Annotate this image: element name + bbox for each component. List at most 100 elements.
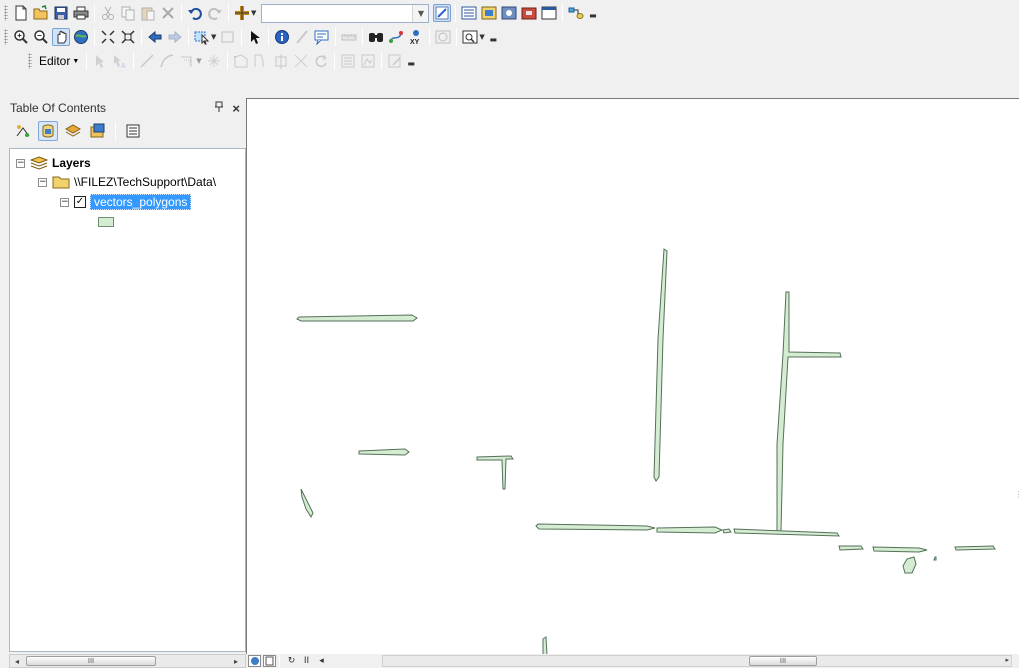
toc-horizontal-scrollbar[interactable]: ◂ III ▸ xyxy=(9,654,246,668)
trace-icon[interactable] xyxy=(178,52,196,70)
rotate-tool-icon[interactable] xyxy=(312,52,330,70)
search-window-icon[interactable] xyxy=(500,4,518,22)
data-view-icon[interactable] xyxy=(248,655,261,667)
tree-label-layer[interactable]: vectors_polygons xyxy=(90,194,192,210)
collapse-icon[interactable]: − xyxy=(38,177,47,187)
hyperlink-icon[interactable] xyxy=(293,28,311,46)
layer-symbol-swatch[interactable] xyxy=(98,217,114,227)
tree-row-layer[interactable]: − ✓ vectors_polygons xyxy=(60,193,192,211)
identify-icon[interactable] xyxy=(273,28,291,46)
zoom-out-icon[interactable] xyxy=(32,28,50,46)
go-to-xy-icon[interactable]: XY xyxy=(407,28,425,46)
back-icon[interactable] xyxy=(146,28,164,46)
layout-view-icon[interactable] xyxy=(263,655,276,667)
tree-row-symbol[interactable] xyxy=(98,213,114,231)
map-horizontal-scrollbar[interactable]: III ▸ xyxy=(382,655,1012,667)
toolbar-separator xyxy=(279,655,280,667)
reshape-feature-icon[interactable] xyxy=(252,52,270,70)
construction-dropdown-arrow[interactable]: ▼ xyxy=(196,57,201,65)
model-builder-icon[interactable] xyxy=(567,4,585,22)
scroll-right-icon[interactable]: ▸ xyxy=(229,655,243,667)
attributes-icon[interactable] xyxy=(339,52,357,70)
pan-icon[interactable] xyxy=(52,28,70,46)
select-elements-icon[interactable] xyxy=(246,28,264,46)
catalog-icon[interactable] xyxy=(480,4,498,22)
point-icon[interactable] xyxy=(205,52,223,70)
arctoolbox-icon[interactable] xyxy=(520,4,538,22)
print-icon[interactable] xyxy=(72,4,90,22)
list-by-visibility-icon[interactable] xyxy=(63,121,83,141)
toolbar-grip[interactable] xyxy=(4,5,8,21)
redo-icon[interactable] xyxy=(206,4,224,22)
python-window-icon[interactable] xyxy=(540,4,558,22)
cut-icon[interactable] xyxy=(99,4,117,22)
cut-polygons-icon[interactable] xyxy=(272,52,290,70)
select-features-icon[interactable] xyxy=(193,28,211,46)
sketch-properties-icon[interactable] xyxy=(359,52,377,70)
polygon-feature xyxy=(902,556,917,574)
create-features-icon[interactable] xyxy=(386,52,404,70)
pause-drawing-icon[interactable]: II xyxy=(300,655,313,667)
undo-icon[interactable] xyxy=(186,4,204,22)
endpoint-arc-icon[interactable] xyxy=(158,52,176,70)
map-display[interactable]: ⋮ xyxy=(246,98,1019,655)
map-scale-combo[interactable]: ▼ xyxy=(261,3,430,23)
find-icon[interactable] xyxy=(367,28,385,46)
measure-icon[interactable] xyxy=(340,28,358,46)
toolbar-grip[interactable] xyxy=(28,53,32,69)
tree-row-layers[interactable]: − Layers xyxy=(16,154,91,172)
list-by-source-icon[interactable] xyxy=(38,121,58,141)
scroll-right-icon[interactable]: ▸ xyxy=(1005,656,1009,664)
full-extent-icon[interactable] xyxy=(72,28,90,46)
editor-toolbar-icon[interactable] xyxy=(433,4,452,22)
add-data-dropdown-arrow[interactable]: ▼ xyxy=(251,9,256,17)
refresh-icon[interactable]: ↻ xyxy=(285,655,298,667)
table-of-contents-icon[interactable] xyxy=(460,4,478,22)
scroll-thumb[interactable]: III xyxy=(749,656,817,666)
open-icon[interactable] xyxy=(32,4,50,22)
polygon-feature xyxy=(954,545,996,551)
html-popup-icon[interactable] xyxy=(313,28,331,46)
scroll-thumb[interactable]: III xyxy=(26,656,156,666)
straight-segment-icon[interactable] xyxy=(138,52,156,70)
fixed-zoom-out-icon[interactable] xyxy=(119,28,137,46)
scroll-left-icon[interactable]: ◂ xyxy=(10,655,24,667)
copy-icon[interactable] xyxy=(119,4,137,22)
list-by-drawing-order-icon[interactable] xyxy=(13,121,33,141)
toolbar-separator xyxy=(429,28,431,46)
create-viewer-window-icon[interactable] xyxy=(461,28,479,46)
forward-icon[interactable] xyxy=(166,28,184,46)
collapse-icon[interactable]: − xyxy=(60,197,69,207)
edit-tool-icon[interactable] xyxy=(91,52,109,70)
toolbar-overflow-chevron[interactable]: ▬ xyxy=(407,54,416,68)
split-tool-icon[interactable] xyxy=(292,52,310,70)
tree-row-folder[interactable]: − \\FILEZ\TechSupport\Data\ xyxy=(38,173,216,191)
layer-visibility-checkbox[interactable]: ✓ xyxy=(74,196,86,208)
add-data-icon[interactable] xyxy=(233,4,251,22)
time-slider-icon[interactable] xyxy=(434,28,452,46)
viewer-dropdown-arrow[interactable]: ▼ xyxy=(479,33,484,41)
toolbar-grip[interactable] xyxy=(4,29,8,45)
find-route-icon[interactable] xyxy=(387,28,405,46)
toolbar-overflow-chevron[interactable]: ▬ xyxy=(489,30,498,44)
options-icon[interactable] xyxy=(123,121,143,141)
chevron-down-icon[interactable]: ▼ xyxy=(412,4,429,22)
delete-icon[interactable] xyxy=(159,4,177,22)
clear-selection-icon[interactable] xyxy=(219,28,237,46)
select-features-dropdown-arrow[interactable]: ▼ xyxy=(211,33,216,41)
new-document-icon[interactable] xyxy=(12,4,30,22)
edit-vertices-icon[interactable] xyxy=(232,52,250,70)
paste-icon[interactable] xyxy=(139,4,157,22)
toolbar-overflow-chevron[interactable]: ▬ xyxy=(588,6,597,20)
zoom-in-icon[interactable] xyxy=(12,28,30,46)
collapse-icon[interactable]: − xyxy=(16,158,25,168)
save-icon[interactable] xyxy=(52,4,70,22)
fixed-zoom-in-icon[interactable] xyxy=(99,28,117,46)
map-canvas[interactable] xyxy=(247,99,1019,655)
edit-annotation-tool-icon[interactable]: A xyxy=(111,52,129,70)
pin-icon[interactable] xyxy=(214,101,224,116)
scroll-left-icon[interactable]: ◂ xyxy=(315,655,328,667)
close-icon[interactable]: × xyxy=(232,101,240,116)
editor-menu-button[interactable]: Editor ▼ xyxy=(35,54,83,68)
list-by-selection-icon[interactable] xyxy=(88,121,108,141)
